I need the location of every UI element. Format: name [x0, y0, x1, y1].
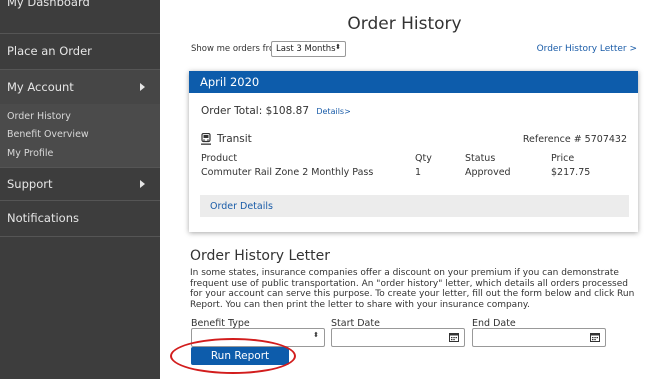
reference-number: Reference # 5707432 — [522, 134, 627, 145]
header-product: Product — [201, 153, 238, 164]
caret-right-icon — [140, 180, 145, 188]
select-arrows-icon: ⬍ — [335, 43, 341, 51]
sidebar-item-label: My Dashboard — [7, 0, 90, 9]
category-label: Transit — [217, 133, 252, 145]
order-details-button[interactable]: Order Details — [200, 195, 629, 217]
order-details-label: Order Details — [210, 200, 273, 212]
sidebar-submenu: Order History Benefit Overview My Profil… — [0, 104, 160, 168]
date-range-value: Last 3 Months — [276, 44, 336, 54]
sidebar-subitem-my-profile[interactable]: My Profile — [0, 145, 160, 161]
section-title: Order History Letter — [190, 248, 331, 264]
sidebar-subitem-label: My Profile — [7, 147, 54, 159]
sidebar-item-dashboard[interactable]: My Dashboard — [0, 0, 160, 18]
header-status: Status — [465, 153, 496, 164]
sidebar-item-label: Notifications — [7, 211, 79, 225]
header-price: Price — [551, 153, 575, 164]
sidebar-item-notifications[interactable]: Notifications — [0, 201, 160, 235]
calendar-icon[interactable] — [590, 332, 600, 342]
filter-label: Show me orders from — [191, 44, 283, 54]
sidebar-subitem-benefit-overview[interactable]: Benefit Overview — [0, 126, 160, 142]
sidebar-item-place-order[interactable]: Place an Order — [0, 34, 160, 68]
sidebar-item-label: Place an Order — [7, 44, 92, 58]
order-history-letter-link[interactable]: Order History Letter > — [537, 44, 637, 54]
sidebar-subitem-label: Benefit Overview — [7, 128, 89, 140]
caret-right-icon — [140, 83, 145, 91]
sidebar-item-support[interactable]: Support — [0, 168, 160, 200]
sidebar-item-label: Support — [7, 177, 53, 191]
sidebar-item-label: My Account — [7, 80, 74, 94]
date-range-select[interactable]: Last 3 Months ⬍ — [271, 41, 346, 57]
cell-status: Approved — [465, 167, 511, 178]
cell-product: Commuter Rail Zone 2 Monthly Pass — [201, 167, 374, 178]
order-month-header: April 2020 — [189, 71, 638, 93]
order-card: April 2020 Order Total: $108.87 Details>… — [189, 71, 638, 232]
end-date-input[interactable] — [472, 328, 606, 347]
sidebar-subitem-order-history[interactable]: Order History — [0, 108, 160, 124]
section-description: In some states, insurance companies offe… — [190, 268, 635, 310]
start-date-input[interactable] — [331, 328, 465, 347]
sidebar-subitem-label: Order History — [7, 110, 71, 122]
select-arrows-icon: ⬍ — [313, 331, 319, 339]
order-total-text: Order Total: $108.87 — [201, 105, 309, 117]
sidebar-item-my-account[interactable]: My Account — [0, 70, 160, 104]
cell-price: $217.75 — [551, 167, 591, 178]
calendar-icon[interactable] — [449, 332, 459, 342]
sidebar: My Dashboard Place an Order My Account O… — [0, 0, 160, 379]
sidebar-divider — [0, 236, 160, 237]
train-icon — [201, 133, 211, 145]
order-total: Order Total: $108.87 Details> — [201, 105, 351, 117]
details-link[interactable]: Details> — [316, 107, 350, 116]
header-qty: Qty — [415, 153, 432, 164]
highlight-circle — [170, 338, 296, 374]
main-content: Order History Show me orders from Last 3… — [160, 0, 649, 379]
cell-qty: 1 — [415, 167, 422, 178]
page-title: Order History — [347, 14, 462, 34]
